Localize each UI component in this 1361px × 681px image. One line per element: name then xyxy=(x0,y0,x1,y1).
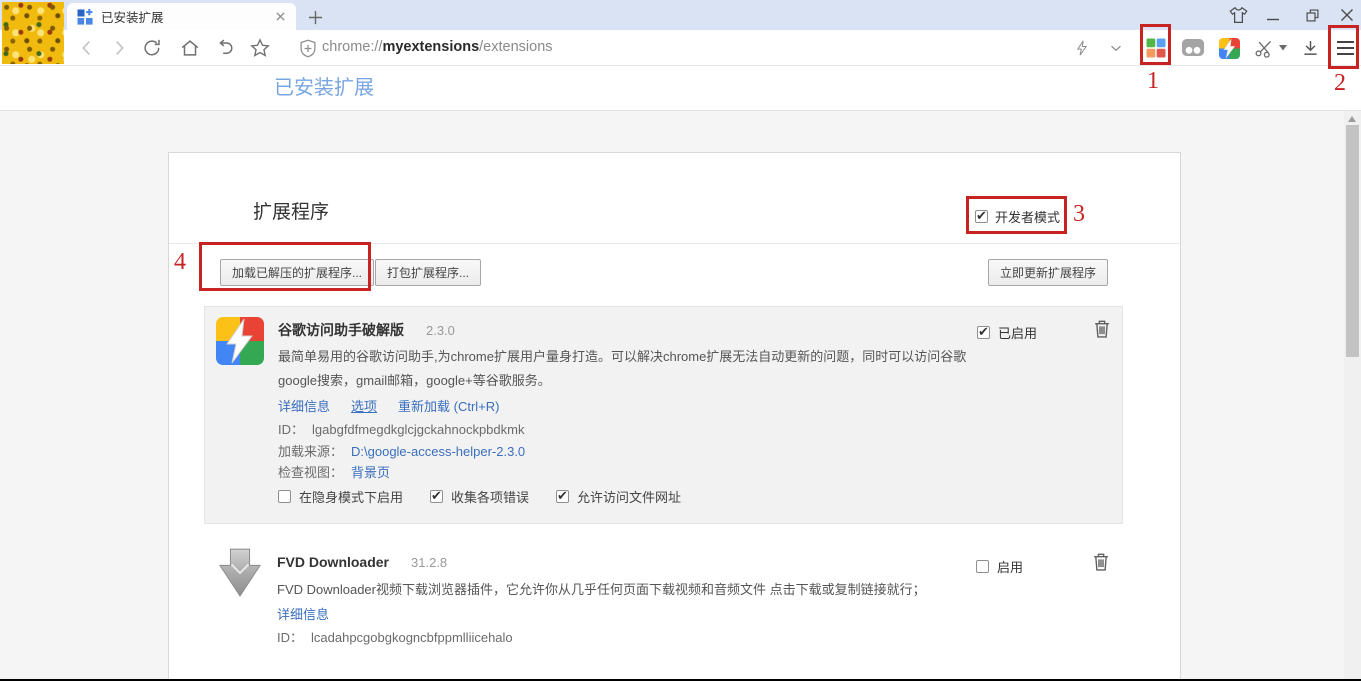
tab-title: 已安装扩展 xyxy=(101,7,275,26)
incognito-option[interactable]: 在隐身模式下启用 xyxy=(278,487,403,506)
allow-file-urls-checkbox[interactable] xyxy=(556,490,569,503)
scrollbar-up-arrow[interactable] xyxy=(1348,116,1356,122)
extension-name: 谷歌访问助手破解版2.3.0 xyxy=(278,320,455,340)
browser-logo-avatar[interactable] xyxy=(2,2,64,64)
extension-enabled-toggle[interactable]: 启用 xyxy=(976,557,1023,576)
annotation-box-4 xyxy=(199,242,371,291)
annotation-number-1: 1 xyxy=(1147,68,1159,95)
delete-extension-trash-icon[interactable] xyxy=(1093,553,1109,571)
extension-enabled-toggle[interactable]: 已启用 xyxy=(977,323,1037,342)
pack-extension-button[interactable]: 打包扩展程序... xyxy=(375,259,481,286)
undo-rotate-icon[interactable] xyxy=(212,35,238,61)
url-scheme: chrome:// xyxy=(322,39,382,55)
minimize-button[interactable] xyxy=(1260,3,1286,27)
refresh-icon[interactable] xyxy=(139,35,165,61)
options-link[interactable]: 选项 xyxy=(351,396,377,415)
scissors-dropdown-caret-icon[interactable] xyxy=(1277,35,1289,61)
extension-version: 2.3.0 xyxy=(426,323,455,338)
google-access-helper-toolbar-icon[interactable] xyxy=(1216,35,1242,61)
extension-item-google-access-helper: 谷歌访问助手破解版2.3.0 已启用 最简单易用的谷歌访问助手,为chrome扩… xyxy=(204,306,1123,524)
annotation-number-2: 2 xyxy=(1334,70,1346,97)
scissors-screenshot-icon[interactable] xyxy=(1250,35,1276,61)
extension-id-value: lgabgfdfmegdkglcjgckahnockpbdkmk xyxy=(312,422,524,437)
content-area: 扩展程序 开发者模式 加载已解压的扩展程序... 打包扩展程序... 立即更新扩… xyxy=(0,111,1361,679)
site-security-shield-icon[interactable] xyxy=(295,35,321,61)
url-host: myextensions xyxy=(382,39,479,55)
annotation-box-3 xyxy=(966,196,1067,234)
fvd-downloader-icon xyxy=(218,548,262,598)
allow-file-urls-option[interactable]: 允许访问文件网址 xyxy=(556,487,681,506)
extension-description: 最简单易用的谷歌访问助手,为chrome扩展用户量身打造。可以解决chrome扩… xyxy=(278,345,978,393)
annotation-number-4: 4 xyxy=(174,249,186,276)
inspect-views-row: 检查视图：背景页 xyxy=(278,462,390,481)
delete-extension-trash-icon[interactable] xyxy=(1094,320,1110,338)
back-icon[interactable] xyxy=(74,35,100,61)
annotation-number-3: 3 xyxy=(1073,201,1085,228)
close-window-button[interactable] xyxy=(1334,3,1360,27)
forward-icon[interactable] xyxy=(106,35,132,61)
annotation-box-1 xyxy=(1140,24,1171,65)
background-page-link[interactable]: 背景页 xyxy=(351,465,390,480)
collect-errors-option[interactable]: 收集各项错误 xyxy=(430,487,529,506)
enabled-label: 已启用 xyxy=(998,323,1037,342)
incognito-checkbox[interactable] xyxy=(278,490,291,503)
load-source-row: 加载来源：D:\google-access-helper-2.3.0 xyxy=(278,441,525,460)
details-link[interactable]: 详细信息 xyxy=(278,396,330,415)
binoculars-extension-icon[interactable] xyxy=(1180,35,1206,61)
browser-tab[interactable]: 已安装扩展 xyxy=(67,3,296,30)
url-path: /extensions xyxy=(479,39,552,55)
reload-link[interactable]: 重新加载 (Ctrl+R) xyxy=(398,396,499,415)
favorites-star-icon[interactable] xyxy=(247,35,273,61)
theme-skin-button[interactable] xyxy=(1225,3,1251,27)
extension-item-fvd-downloader: FVD Downloader31.2.8 启用 FVD Downloader视频… xyxy=(204,541,1123,671)
new-tab-button[interactable] xyxy=(305,7,325,27)
extension-links-row: 详细信息 选项 重新加载 (Ctrl+R) xyxy=(278,396,500,415)
load-source-link[interactable]: D:\google-access-helper-2.3.0 xyxy=(351,444,525,459)
extension-options-row: 在隐身模式下启用 收集各项错误 允许访问文件网址 xyxy=(278,487,681,506)
address-dropdown-chevron-icon[interactable] xyxy=(1103,35,1129,61)
section-title: 扩展程序 xyxy=(253,197,329,224)
extension-id-row: ID：lcadahpcgobgkogncbfppmlliicehalo xyxy=(277,627,513,646)
enabled-checkbox[interactable] xyxy=(977,326,990,339)
download-manager-icon[interactable] xyxy=(1297,35,1323,61)
restore-window-button[interactable] xyxy=(1299,3,1325,27)
enabled-label: 启用 xyxy=(997,557,1023,576)
address-bar[interactable]: chrome://myextensions/extensions xyxy=(322,30,553,65)
extension-id-row: ID：lgabgfdfmegdkglcjgckahnockpbdkmk xyxy=(278,419,524,438)
details-link[interactable]: 详细信息 xyxy=(277,607,329,622)
update-extensions-button[interactable]: 立即更新扩展程序 xyxy=(988,259,1108,286)
home-icon[interactable] xyxy=(177,35,203,61)
extension-version: 31.2.8 xyxy=(411,555,447,570)
collect-errors-checkbox[interactable] xyxy=(430,490,443,503)
flash-plugin-icon[interactable] xyxy=(1069,35,1095,61)
extension-links-row: 详细信息 xyxy=(277,604,329,624)
tab-close-icon[interactable] xyxy=(275,11,286,22)
annotation-box-2 xyxy=(1328,25,1359,69)
extension-id-value: lcadahpcgobgkogncbfppmlliicehalo xyxy=(311,630,513,645)
scrollbar[interactable] xyxy=(1344,111,1361,679)
tab-favicon-extensions-icon xyxy=(77,9,93,25)
google-access-helper-icon xyxy=(216,317,264,365)
scrollbar-thumb[interactable] xyxy=(1346,125,1359,357)
page-title: 已安装扩展 xyxy=(274,66,374,111)
extension-name: FVD Downloader31.2.8 xyxy=(277,554,447,570)
extension-description: FVD Downloader视频下载浏览器插件，它允许你从几乎任何页面下载视频和… xyxy=(277,578,977,602)
enabled-checkbox[interactable] xyxy=(976,560,989,573)
